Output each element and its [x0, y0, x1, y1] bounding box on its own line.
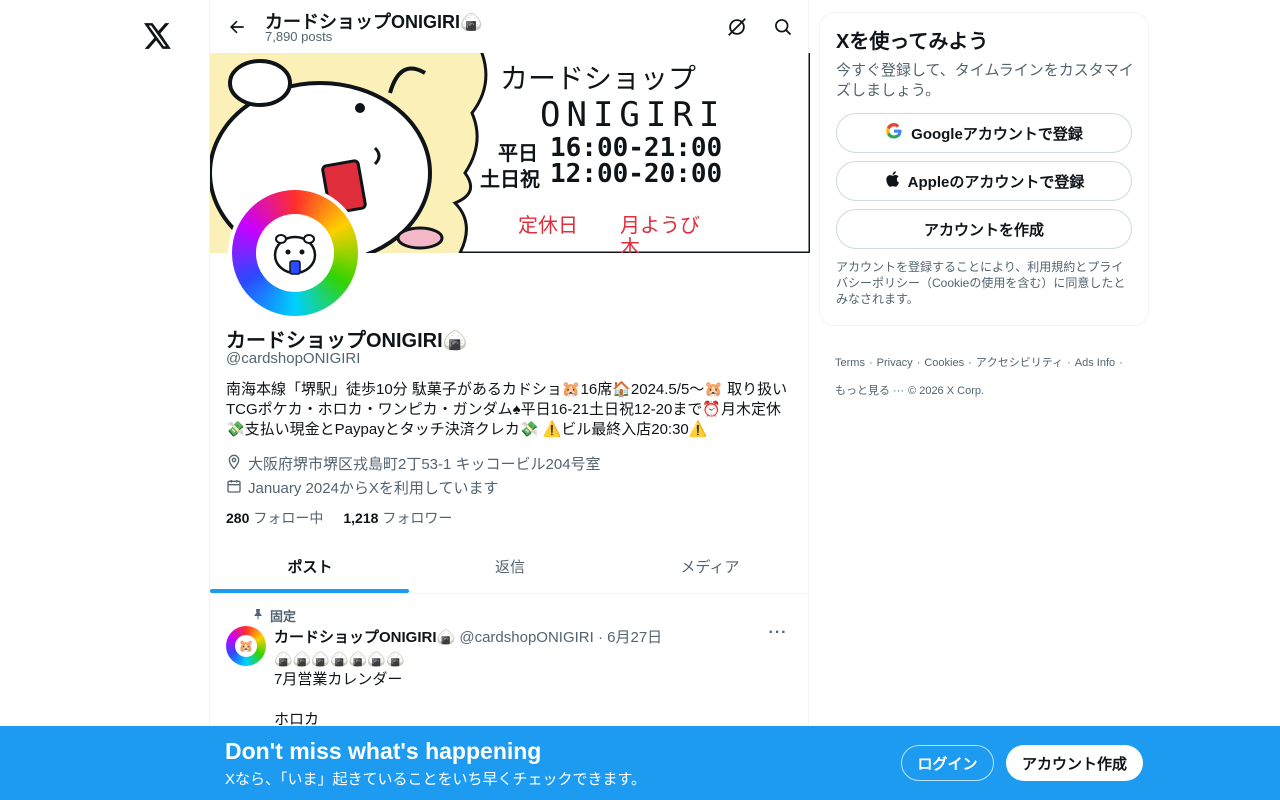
- bottom-bar-title: Don't miss what's happening: [225, 738, 542, 764]
- bottom-signup-bar: Don't miss what's happening Xなら、「いま」起きてい…: [0, 726, 1280, 800]
- post-author-name[interactable]: カードショップONIGIRI🍙: [274, 629, 455, 646]
- post-text: 🍙🍙🍙🍙🍙🍙🍙 7月営業カレンダー ホロカ: [274, 651, 405, 728]
- signup-title: Xを使ってみよう: [836, 31, 989, 53]
- follow-stats: 280 フォロー中 1,218 フォロワー: [226, 508, 452, 528]
- footer-row-1: Terms · Privacy · Cookies · アクセシビリティ · A…: [835, 356, 1135, 370]
- google-icon: [885, 122, 903, 144]
- signup-terms: アカウントを登録することにより、利用規約とプライバシーポリシー（Cookieの使…: [836, 260, 1126, 306]
- search-icon[interactable]: [770, 14, 796, 40]
- x-logo-icon[interactable]: [140, 18, 176, 54]
- profile-location: 大阪府堺市堺区戎島町2丁53-1 キッコービル204号室: [226, 453, 601, 474]
- footer-separator: ·: [868, 357, 873, 369]
- footer-more-link[interactable]: もっと見る ···: [835, 384, 904, 398]
- footer-row-2: もっと見る ··· © 2026 X Corp.: [835, 384, 1135, 398]
- footer-separator: ·: [1067, 357, 1071, 369]
- footer-ads-info-link[interactable]: Ads Info: [1075, 356, 1115, 370]
- left-rail: [0, 0, 209, 800]
- banner-weekday-label: 平日: [498, 143, 538, 165]
- signup-panel: Xを使ってみよう 今すぐ登録して、タイムラインをカスタマイズしましょう。 Goo…: [819, 12, 1149, 326]
- profile-name: カードショップONIGIRI🍙: [226, 330, 468, 352]
- page: カードショップONIGIRI🍙 7,890 posts カードショップ ONIG…: [0, 0, 1280, 800]
- signup-button[interactable]: アカウント作成: [1006, 745, 1143, 781]
- footer-privacy-link[interactable]: Privacy: [877, 356, 913, 370]
- banner-shop-name: カードショップ: [500, 62, 697, 95]
- more-options-icon[interactable]: ···: [766, 624, 790, 644]
- hamster-icon: 🐹: [235, 635, 257, 657]
- followers-count: 1,218: [343, 510, 379, 526]
- post-date[interactable]: · 6月27日: [598, 629, 662, 646]
- banner-weekend-hours: 12:00-20:00: [550, 159, 723, 189]
- post-avatar[interactable]: 🐹: [226, 626, 266, 666]
- footer-copyright: © 2026 X Corp.: [908, 385, 985, 397]
- tab-replies[interactable]: 返信: [410, 540, 610, 593]
- banner-shop-name-2: ONIGIRI: [540, 95, 726, 135]
- login-button[interactable]: ログイン: [901, 745, 994, 781]
- google-signup-label: Googleアカウントで登録: [911, 125, 1083, 143]
- footer-links: Terms · Privacy · Cookies · アクセシビリティ · A…: [835, 356, 1135, 412]
- following-count: 280: [226, 510, 250, 526]
- footer-cookies-link[interactable]: Cookies: [924, 356, 964, 370]
- pinned-indicator: 固定: [252, 606, 296, 625]
- footer-accessibility-link[interactable]: アクセシビリティ: [976, 356, 1063, 370]
- tab-media[interactable]: メディア: [610, 540, 810, 593]
- joined-text: January 2024からXを利用しています: [248, 480, 499, 497]
- apple-signup-label: Appleのアカウントで登録: [907, 173, 1085, 191]
- profile-tabs: ポスト 返信 メディア: [210, 540, 810, 594]
- tab-posts[interactable]: ポスト: [210, 540, 410, 593]
- apple-signup-button[interactable]: Appleのアカウントで登録: [836, 161, 1132, 201]
- active-tab-indicator: [210, 589, 409, 593]
- post-count: 7,890 posts: [265, 29, 333, 44]
- banner-closed-days-2: 木: [620, 237, 640, 253]
- bottom-bar-subtitle: Xなら、「いま」起きていることをいち早くチェックできます。: [225, 771, 647, 788]
- hamster-icon: [256, 214, 334, 292]
- post-author-handle[interactable]: @cardshopONIGIRI: [459, 629, 593, 646]
- google-signup-button[interactable]: Googleアカウントで登録: [836, 113, 1132, 153]
- following-label: フォロー中: [253, 510, 324, 526]
- calendar-icon: [226, 478, 242, 498]
- tab-replies-label: 返信: [494, 559, 525, 576]
- footer-separator: ·: [968, 357, 972, 369]
- footer-terms-link[interactable]: Terms: [835, 356, 865, 370]
- post-header: カードショップONIGIRI🍙 @cardshopONIGIRI · 6月27日: [274, 626, 662, 647]
- main-column: カードショップONIGIRI🍙 7,890 posts カードショップ ONIG…: [209, 0, 810, 800]
- followers-link[interactable]: 1,218 フォロワー: [343, 508, 452, 528]
- apple-icon: [884, 170, 900, 192]
- signup-lead: 今すぐ登録して、タイムラインをカスタマイズしましょう。: [836, 62, 1134, 99]
- following-link[interactable]: 280 フォロー中: [226, 508, 323, 528]
- profile-joined: January 2024からXを利用しています: [226, 477, 498, 498]
- banner-weekend-label: 土日祝: [480, 169, 540, 191]
- tab-posts-label: ポスト: [287, 559, 333, 576]
- banner-closed-label: 定休日: [518, 215, 578, 237]
- pin-icon: [252, 608, 264, 623]
- followers-label: フォロワー: [382, 510, 453, 526]
- profile-handle: @cardshopONIGIRI: [226, 350, 361, 367]
- footer-separator: ·: [1119, 357, 1123, 369]
- create-account-button[interactable]: アカウントを作成: [836, 209, 1132, 249]
- pinned-label: 固定: [270, 609, 297, 624]
- grok-icon[interactable]: [724, 14, 750, 40]
- footer-separator: ·: [916, 357, 921, 369]
- back-arrow-icon[interactable]: [222, 12, 252, 42]
- create-account-label: アカウントを作成: [923, 221, 1044, 239]
- tab-media-label: メディア: [680, 559, 740, 576]
- profile-bio: 南海本線「堺駅」徒歩10分 駄菓子があるカドショ🐹16席🏠2024.5/5〜🐹 …: [226, 381, 788, 438]
- profile-header-bar: カードショップONIGIRI🍙 7,890 posts: [210, 0, 810, 53]
- location-text: 大阪府堺市堺区戎島町2丁53-1 キッコービル204号室: [248, 456, 601, 473]
- location-pin-icon: [226, 454, 242, 474]
- profile-avatar[interactable]: [228, 186, 362, 320]
